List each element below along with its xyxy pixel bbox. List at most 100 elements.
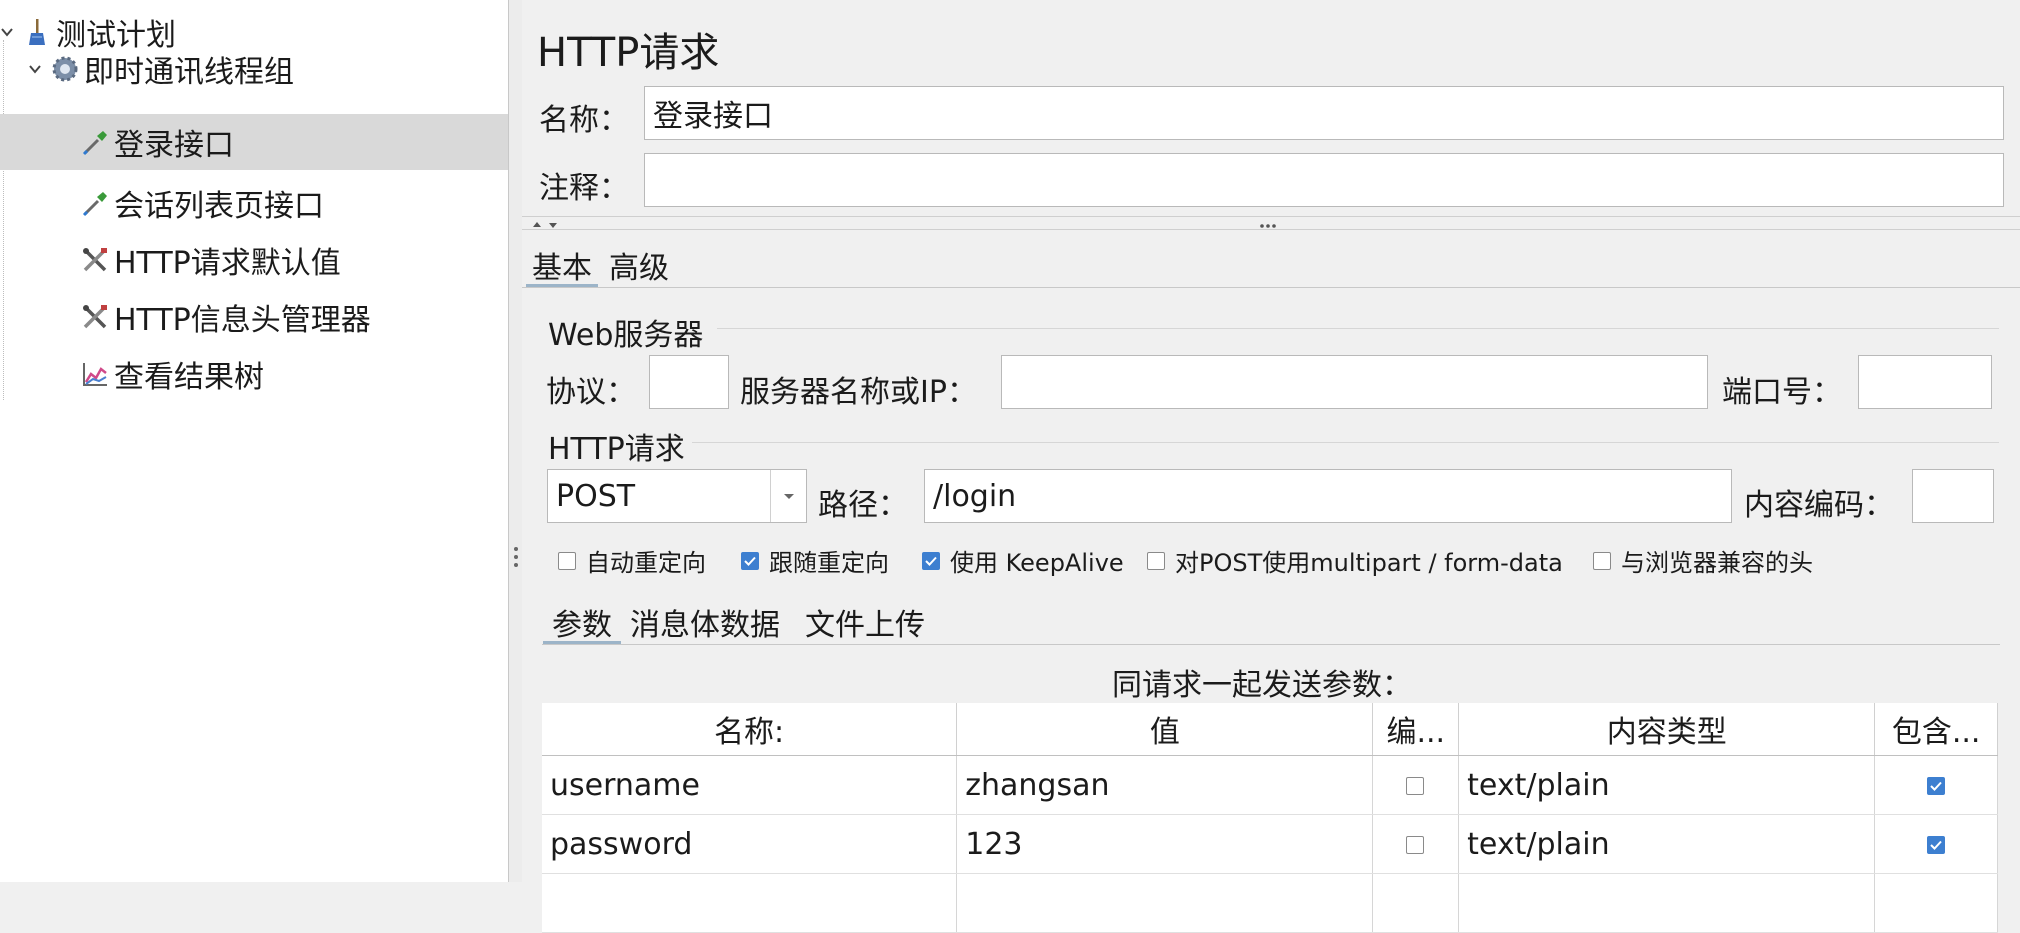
tree-item-label: HTTP信息头管理器 — [114, 303, 371, 338]
wrench-screwdriver-icon — [80, 245, 110, 275]
encoding-label: 内容编码： — [1744, 488, 1894, 523]
port-field[interactable] — [1858, 355, 1992, 409]
checkbox-checked-box[interactable] — [922, 551, 940, 570]
name-field-value: 登录接口 — [653, 99, 773, 134]
checkbox-label: 使用 KeepAlive — [950, 549, 1124, 577]
http-request-group-title: HTTP请求 — [548, 432, 685, 467]
column-header-name[interactable]: 名称: — [542, 703, 958, 756]
params-table: 名称: 值 编... 内容类型 包含... username zhangsan … — [542, 703, 1998, 933]
param-content-type-cell[interactable]: text/plain — [1458, 814, 1876, 874]
tab-body-data[interactable]: 消息体数据 — [630, 600, 780, 644]
protocol-label: 协议： — [546, 375, 636, 410]
param-include-equals-cell[interactable] — [1874, 814, 1998, 874]
pipette-icon — [80, 127, 110, 157]
pipette-icon — [80, 188, 110, 218]
tree-item-header-manager[interactable]: HTTP信息头管理器 — [0, 289, 508, 345]
tree-item-label: 会话列表页接口 — [114, 189, 324, 224]
method-select-value: POST — [556, 478, 636, 514]
table-row[interactable]: password 123 text/plain — [542, 814, 1998, 874]
params-caption: 同请求一起发送参数： — [1112, 668, 1412, 703]
panel-title: HTTP请求 — [537, 30, 720, 76]
column-header-value[interactable]: 值 — [956, 703, 1374, 756]
divider-grip-icon[interactable] — [1258, 216, 1278, 235]
path-field[interactable]: /login — [924, 469, 1732, 523]
param-encode-cell[interactable] — [1372, 814, 1460, 874]
tree-item-label: HTTP请求默认值 — [114, 246, 341, 281]
tab-parameters[interactable]: 参数 — [552, 600, 612, 644]
empty-cell — [1372, 873, 1460, 933]
checkbox-label: 与浏览器兼容的头 — [1621, 549, 1813, 577]
protocol-field[interactable] — [649, 355, 729, 409]
param-name-cell[interactable]: username — [542, 755, 958, 815]
comment-field[interactable] — [644, 153, 2004, 207]
tree-item-session-list-api[interactable]: 会话列表页接口 — [0, 175, 508, 231]
server-label: 服务器名称或IP： — [740, 375, 977, 410]
test-plan-tree: 测试计划 即时通讯线程组 登录接口 会话列表页接口 HTTP请求默认值 HTTP… — [0, 0, 508, 882]
browser-compatible-headers-checkbox[interactable]: 与浏览器兼容的头 — [1593, 543, 1813, 578]
checkbox-box[interactable] — [558, 551, 576, 570]
auto-redirect-checkbox[interactable]: 自动重定向 — [558, 543, 706, 578]
param-name-cell[interactable]: password — [542, 814, 958, 874]
web-server-group-title: Web服务器 — [548, 318, 704, 353]
encoding-field[interactable] — [1912, 469, 1994, 523]
path-label: 路径： — [818, 488, 908, 523]
tabs-border — [522, 287, 2020, 288]
group-border — [717, 328, 1999, 329]
tab-advanced[interactable]: 高级 — [609, 243, 669, 287]
tree-item-login-api[interactable]: 登录接口 — [0, 114, 508, 170]
group-border — [692, 442, 1999, 443]
column-header-content-type[interactable]: 内容类型 — [1458, 703, 1876, 756]
checkbox-box[interactable] — [1406, 836, 1425, 854]
empty-cell — [542, 873, 958, 933]
checkbox-checked-box[interactable] — [741, 551, 759, 570]
chevron-down-icon[interactable] — [770, 470, 807, 522]
param-encode-cell[interactable] — [1372, 755, 1460, 815]
table-row-empty — [542, 873, 1998, 933]
chevron-down-icon[interactable] — [0, 21, 18, 43]
column-header-encode[interactable]: 编... — [1372, 703, 1460, 756]
chevron-down-icon[interactable] — [24, 58, 46, 80]
tree-item-thread-group[interactable]: 即时通讯线程组 — [0, 41, 508, 97]
splitter-grip-icon[interactable] — [513, 546, 519, 568]
comment-label: 注释： — [539, 171, 629, 206]
param-value-cell[interactable]: 123 — [956, 814, 1374, 874]
chart-icon — [80, 359, 110, 389]
method-select[interactable]: POST — [547, 469, 807, 523]
collapse-arrows-icon[interactable] — [530, 216, 562, 235]
checkbox-label: 跟随重定向 — [769, 549, 889, 577]
tab-file-upload[interactable]: 文件上传 — [805, 600, 925, 644]
wrench-screwdriver-icon — [80, 302, 110, 332]
tree-item-http-defaults[interactable]: HTTP请求默认值 — [0, 232, 508, 288]
checkbox-label: 自动重定向 — [586, 549, 706, 577]
tree-item-label: 即时通讯线程组 — [84, 55, 294, 90]
tree-item-label: 登录接口 — [114, 128, 234, 163]
table-row[interactable]: username zhangsan text/plain — [542, 755, 1998, 815]
checkbox-box[interactable] — [1147, 551, 1165, 570]
name-label: 名称： — [539, 103, 629, 138]
checkbox-checked-box[interactable] — [1926, 777, 1945, 795]
column-header-include-equals[interactable]: 包含... — [1874, 703, 1998, 756]
tree-item-label: 查看结果树 — [114, 360, 264, 395]
tree-item-results-tree[interactable]: 查看结果树 — [0, 346, 508, 402]
tab-basic[interactable]: 基本 — [532, 243, 592, 287]
param-content-type-cell[interactable]: text/plain — [1458, 755, 1876, 815]
port-label: 端口号： — [1722, 375, 1842, 410]
sub-tabs-border — [542, 644, 2000, 645]
path-field-value: /login — [933, 478, 1017, 514]
checkbox-checked-box[interactable] — [1926, 836, 1945, 854]
checkbox-label: 对POST使用multipart / form-data — [1175, 549, 1563, 577]
follow-redirect-checkbox[interactable]: 跟随重定向 — [741, 543, 889, 578]
keepalive-checkbox[interactable]: 使用 KeepAlive — [922, 543, 1124, 578]
name-field[interactable]: 登录接口 — [644, 86, 2004, 140]
param-include-equals-cell[interactable] — [1874, 755, 1998, 815]
multipart-checkbox[interactable]: 对POST使用multipart / form-data — [1147, 543, 1563, 578]
gear-icon — [50, 54, 80, 84]
param-value-cell[interactable]: zhangsan — [956, 755, 1374, 815]
params-table-header: 名称: 值 编... 内容类型 包含... — [542, 703, 1998, 756]
empty-cell — [1874, 873, 1998, 933]
checkbox-box[interactable] — [1406, 777, 1425, 795]
server-field[interactable] — [1001, 355, 1708, 409]
empty-cell — [956, 873, 1374, 933]
empty-cell — [1458, 873, 1876, 933]
checkbox-box[interactable] — [1593, 551, 1611, 570]
